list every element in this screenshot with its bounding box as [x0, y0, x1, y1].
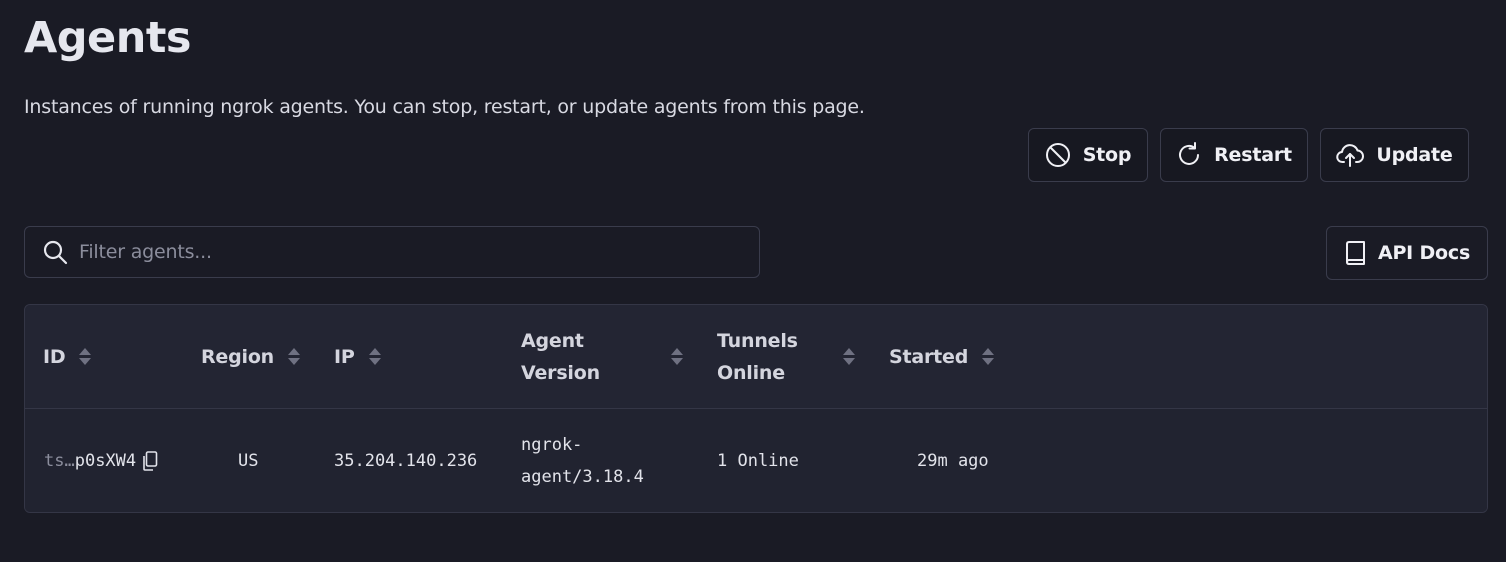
filter-agents-search — [24, 226, 760, 278]
column-header-region[interactable]: Region — [201, 305, 301, 408]
column-header-tunnels-online[interactable]: Tunnels Online — [717, 305, 855, 408]
cell-agent-id: ts… p0sXW4 — [44, 409, 158, 512]
restart-icon — [1176, 142, 1202, 168]
copy-icon[interactable] — [142, 451, 158, 471]
update-label: Update — [1376, 144, 1453, 166]
column-label-region: Region — [201, 345, 275, 368]
column-label-ip: IP — [334, 345, 355, 368]
cell-started: 29m ago — [917, 451, 989, 471]
book-icon — [1344, 241, 1366, 265]
search-icon — [41, 238, 69, 266]
restart-label: Restart — [1214, 144, 1292, 166]
cell-agent-version: ngrok- agent/3.18.4 — [521, 409, 644, 512]
agent-id-suffix: p0sXW4 — [74, 451, 137, 471]
agents-page: Agents Instances of running ngrok agents… — [0, 0, 1506, 562]
stop-label: Stop — [1082, 144, 1132, 166]
column-header-ip[interactable]: IP — [334, 305, 381, 408]
sort-icon — [671, 348, 683, 365]
filter-agents-input[interactable] — [79, 232, 759, 272]
stop-icon — [1045, 142, 1071, 168]
sort-icon — [982, 348, 995, 365]
page-description: Instances of running ngrok agents. You c… — [24, 96, 865, 118]
page-title: Agents — [24, 13, 191, 63]
agent-version-line2: agent/3.18.4 — [521, 467, 644, 487]
sort-icon — [843, 348, 855, 365]
table-row: ts… p0sXW4 US 35.204.140.236 ngrok- agent… — [25, 409, 1487, 512]
agent-id-prefix: ts… — [44, 451, 75, 471]
agents-table: ID Region IP Agent Version Tunnels Onlin… — [24, 304, 1488, 513]
cell-region: US — [238, 451, 259, 471]
restart-button[interactable]: Restart — [1160, 128, 1308, 182]
api-docs-button[interactable]: API Docs — [1326, 226, 1488, 280]
stop-button[interactable]: Stop — [1028, 128, 1148, 182]
sort-icon — [368, 348, 381, 365]
cell-ip: 35.204.140.236 — [334, 451, 478, 471]
column-header-started[interactable]: Started — [889, 305, 995, 408]
column-label-agent-version: Agent Version — [521, 329, 600, 384]
column-label-tunnels-online: Tunnels Online — [717, 329, 798, 384]
sort-icon — [79, 348, 92, 365]
table-header: ID Region IP Agent Version Tunnels Onlin… — [25, 305, 1487, 409]
update-button[interactable]: Update — [1320, 128, 1469, 182]
column-label-id: ID — [43, 345, 66, 368]
sort-icon — [288, 348, 301, 365]
column-header-id[interactable]: ID — [43, 305, 92, 408]
cell-tunnels-online: 1 Online — [717, 451, 799, 471]
api-docs-label: API Docs — [1377, 242, 1471, 264]
column-header-agent-version[interactable]: Agent Version — [521, 305, 683, 408]
column-label-started: Started — [889, 345, 969, 368]
agent-version-line1: ngrok- — [521, 435, 583, 455]
cloud-upload-icon — [1336, 142, 1365, 168]
